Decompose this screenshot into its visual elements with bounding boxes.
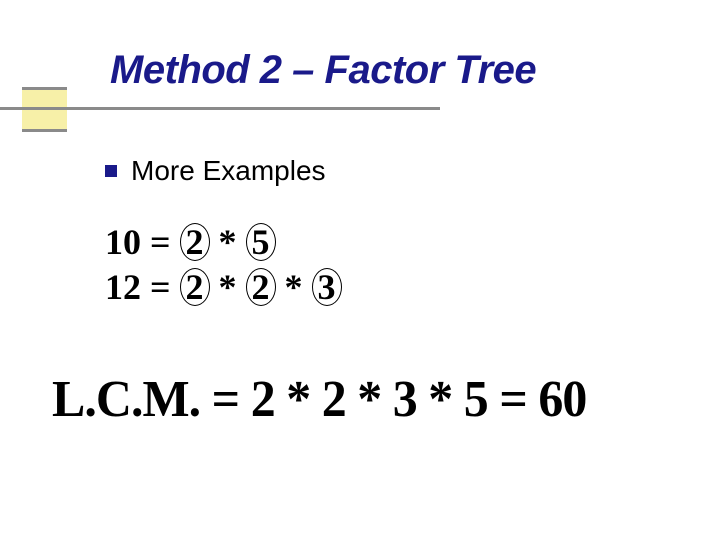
lcm-factor-3: 3: [393, 371, 417, 428]
lcm-label: L.C.M.: [52, 371, 200, 428]
lcm-factor-4: 5: [464, 371, 488, 428]
eq2-lhs: 12: [105, 265, 141, 310]
lcm-result: 60: [538, 371, 586, 428]
eq2-factor-3: 3: [312, 268, 342, 306]
eq2-equals: =: [150, 267, 171, 307]
eq2-factor-2: 2: [246, 268, 276, 306]
title-underline: [0, 107, 440, 110]
accent-bar-bottom: [22, 129, 67, 132]
lcm-op-1: *: [286, 371, 310, 428]
factorization-area: 10 = 2 * 5 12 = 2 * 2 * 3: [105, 220, 342, 310]
equation-line-2: 12 = 2 * 2 * 3: [105, 265, 342, 310]
eq2-factor-1: 2: [180, 268, 210, 306]
bullet-text: More Examples: [131, 155, 326, 187]
lcm-equals-1: =: [212, 371, 239, 428]
eq1-lhs: 10: [105, 220, 141, 265]
title-area: Method 2 – Factor Tree: [0, 0, 720, 93]
slide: Method 2 – Factor Tree More Examples 10 …: [0, 0, 720, 540]
eq2-op-2: *: [285, 267, 303, 307]
slide-title: Method 2 – Factor Tree: [110, 48, 720, 93]
eq1-op-1: *: [219, 222, 237, 262]
eq2-op-1: *: [219, 267, 237, 307]
lcm-equation: L.C.M. = 2 * 2 * 3 * 5 = 60: [52, 370, 586, 429]
lcm-factor-1: 2: [251, 371, 275, 428]
lcm-op-3: *: [428, 371, 452, 428]
accent-bar-top: [22, 87, 67, 90]
eq1-factor-1: 2: [180, 223, 210, 261]
lcm-factor-2: 2: [322, 371, 346, 428]
bullet-icon: [105, 165, 117, 177]
equation-line-1: 10 = 2 * 5: [105, 220, 342, 265]
lcm-op-2: *: [357, 371, 381, 428]
lcm-equals-2: =: [499, 371, 526, 428]
eq1-factor-2: 5: [246, 223, 276, 261]
eq1-equals: =: [150, 222, 171, 262]
bullet-row: More Examples: [105, 155, 326, 187]
